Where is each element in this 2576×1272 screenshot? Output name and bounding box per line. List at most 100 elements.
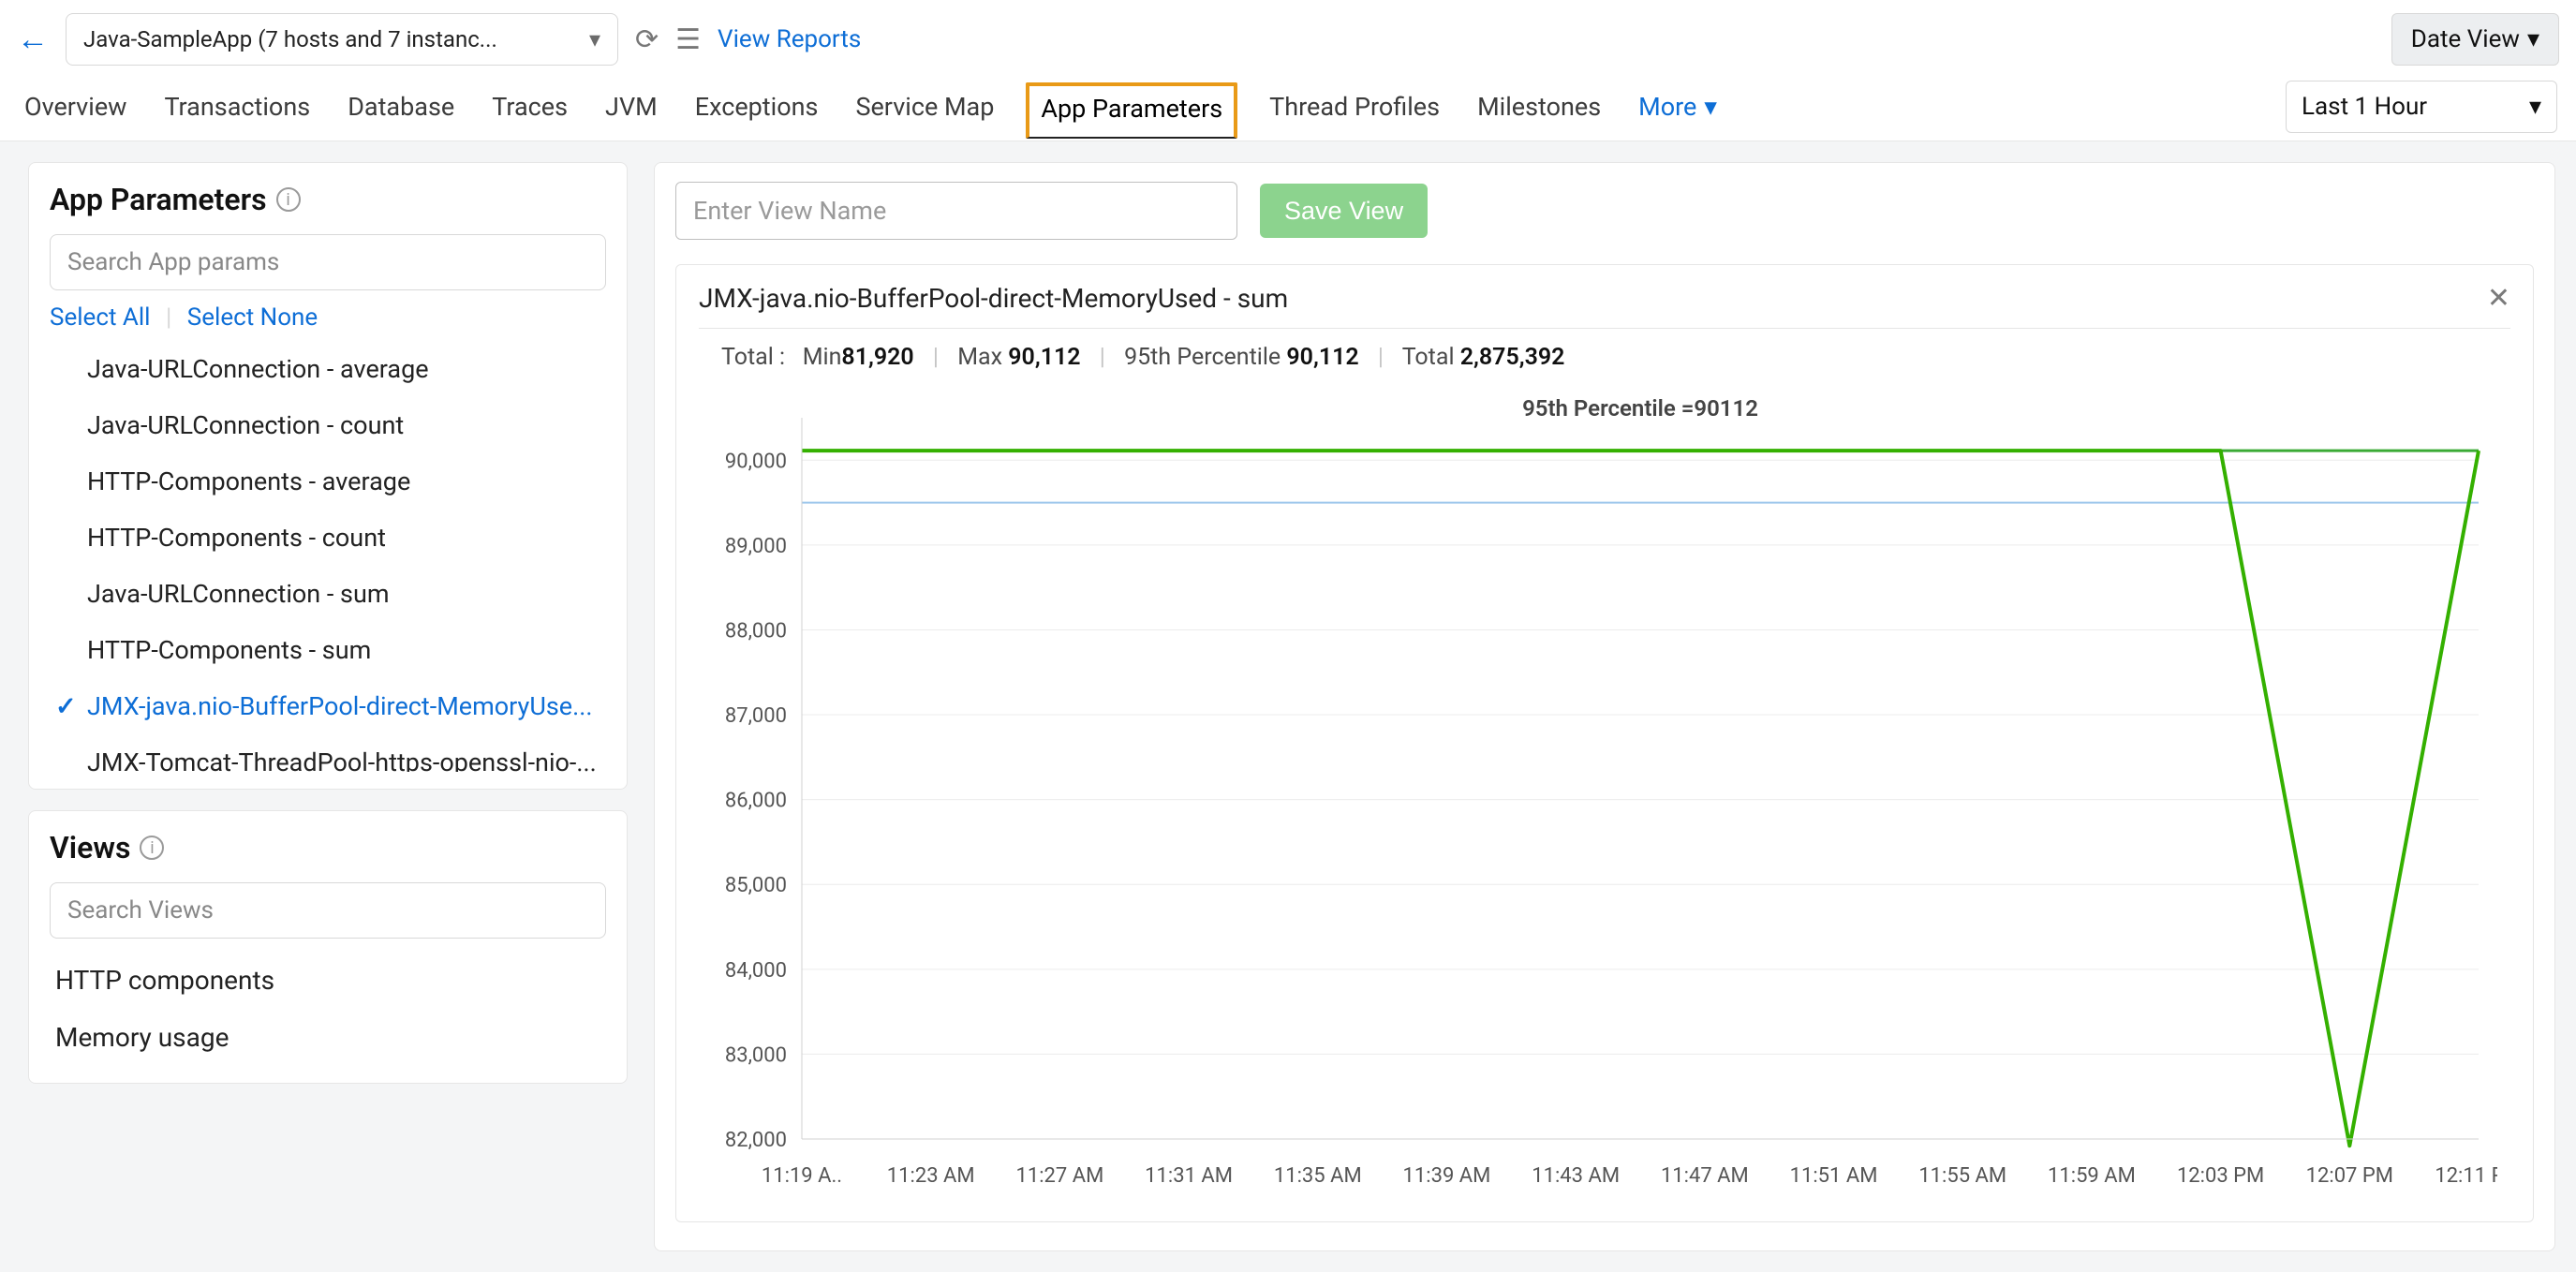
svg-text:88,000: 88,000	[725, 619, 787, 643]
main-area: Enter View Name Save View JMX-java.nio-B…	[654, 162, 2555, 1251]
svg-text:90,000: 90,000	[725, 450, 787, 473]
search-placeholder: Search App params	[67, 248, 279, 276]
param-item[interactable]: Java-URLConnection - count	[29, 397, 627, 453]
svg-text:89,000: 89,000	[725, 535, 787, 558]
view-reports-link[interactable]: View Reports	[718, 25, 861, 53]
stat-total-label: Total	[1402, 344, 1455, 371]
svg-text:86,000: 86,000	[725, 790, 787, 813]
svg-text:11:43 AM: 11:43 AM	[1532, 1164, 1620, 1188]
svg-text:11:27 AM: 11:27 AM	[1015, 1164, 1103, 1188]
svg-text:11:47 AM: 11:47 AM	[1661, 1164, 1749, 1188]
param-item[interactable]: Java-URLConnection - sum	[29, 566, 627, 622]
stat-pct-label: 95th Percentile	[1124, 344, 1281, 371]
tab-traces[interactable]: Traces	[486, 81, 573, 141]
chart-card: JMX-java.nio-BufferPool-direct-MemoryUse…	[675, 264, 2534, 1222]
view-name-input[interactable]: Enter View Name	[675, 182, 1237, 240]
svg-text:95th Percentile =90112: 95th Percentile =90112	[1522, 395, 1758, 422]
svg-text:83,000: 83,000	[725, 1043, 787, 1067]
tab-jvm[interactable]: JVM	[600, 81, 663, 141]
views-list: HTTP componentsMemory usage	[29, 952, 627, 1066]
svg-text:11:39 AM: 11:39 AM	[1403, 1164, 1491, 1188]
search-views-input[interactable]: Search Views	[50, 882, 606, 939]
chart-svg: 90,000 89,000 88,000 87,000 86,000 85,000 84,0…	[699, 390, 2497, 1205]
date-view-label: Date View	[2411, 25, 2520, 53]
stat-max-label: Max	[957, 344, 1002, 371]
tab-service-map[interactable]: Service Map	[850, 81, 999, 141]
chevron-down-icon: ▾	[1704, 92, 1717, 122]
time-range-label: Last 1 Hour	[2302, 93, 2427, 121]
param-item[interactable]: JMX-java.nio-BufferPool-direct-MemoryUse…	[29, 678, 627, 734]
svg-text:87,000: 87,000	[725, 704, 787, 728]
svg-text:12:03 PM: 12:03 PM	[2177, 1164, 2264, 1188]
app-parameters-title: App Parameters	[50, 182, 267, 217]
svg-text:84,000: 84,000	[725, 959, 787, 983]
tab-exceptions[interactable]: Exceptions	[689, 81, 824, 141]
tab-milestones[interactable]: Milestones	[1472, 81, 1606, 141]
chart-header: JMX-java.nio-BufferPool-direct-MemoryUse…	[699, 282, 2510, 329]
sidebar: App Parameters i Search App params Selec…	[28, 162, 628, 1084]
chevron-down-icon: ▾	[2529, 93, 2541, 121]
views-title: Views	[50, 830, 130, 865]
more-label: More	[1638, 92, 1696, 122]
list-icon[interactable]: ☰	[675, 23, 701, 56]
svg-text:12:07 PM: 12:07 PM	[2306, 1164, 2393, 1188]
views-panel: Views i Search Views HTTP componentsMemo…	[28, 810, 628, 1084]
search-app-params-input[interactable]: Search App params	[50, 234, 606, 290]
select-all-none-row: Select All | Select None	[29, 303, 627, 341]
panel-title-row: Views i	[29, 830, 627, 873]
svg-text:11:59 AM: 11:59 AM	[2048, 1164, 2136, 1188]
info-icon[interactable]: i	[140, 836, 164, 860]
tab-more[interactable]: More ▾	[1633, 81, 1723, 141]
view-item[interactable]: Memory usage	[29, 1009, 627, 1066]
stat-min-label: Min	[803, 344, 842, 371]
select-all-link[interactable]: Select All	[50, 303, 151, 332]
time-range-dropdown[interactable]: Last 1 Hour ▾	[2286, 81, 2557, 133]
svg-text:11:51 AM: 11:51 AM	[1790, 1164, 1878, 1188]
chart-plot-area: 90,000 89,000 88,000 87,000 86,000 85,000 84,0…	[699, 390, 2510, 1205]
tab-thread-profiles[interactable]: Thread Profiles	[1264, 81, 1445, 141]
svg-text:11:31 AM: 11:31 AM	[1145, 1164, 1233, 1188]
tab-strip: Overview Transactions Database Traces JVM Exc…	[0, 71, 2576, 141]
param-item[interactable]: HTTP-Components - average	[29, 453, 627, 510]
view-save-row: Enter View Name Save View	[675, 182, 2534, 240]
svg-text:11:55 AM: 11:55 AM	[1918, 1164, 2006, 1188]
view-name-placeholder: Enter View Name	[693, 196, 886, 226]
stat-min-value: 81,920	[841, 344, 913, 371]
app-parameters-panel: App Parameters i Search App params Selec…	[28, 162, 628, 790]
svg-text:11:23 AM: 11:23 AM	[887, 1164, 975, 1188]
stats-prefix: Total :	[721, 344, 785, 371]
param-item[interactable]: HTTP-Components - sum	[29, 622, 627, 678]
stat-max-value: 90,112	[1008, 344, 1080, 371]
svg-text:82,000: 82,000	[725, 1129, 787, 1152]
select-none-link[interactable]: Select None	[187, 303, 318, 332]
refresh-icon[interactable]: ⟳	[635, 23, 659, 56]
svg-text:85,000: 85,000	[725, 874, 787, 897]
close-icon[interactable]: ✕	[2487, 282, 2510, 315]
info-icon[interactable]: i	[276, 187, 301, 212]
search-placeholder: Search Views	[67, 896, 214, 924]
page-body: App Parameters i Search App params Selec…	[0, 141, 2576, 1272]
top-bar: ← Java-SampleApp (7 hosts and 7 instanc.…	[0, 0, 2576, 71]
tab-app-parameters[interactable]: App Parameters	[1026, 82, 1237, 139]
svg-text:12:11 PM: 12:11 PM	[2435, 1164, 2497, 1188]
stat-total-value: 2,875,392	[1460, 344, 1565, 371]
svg-text:11:19 A..: 11:19 A..	[762, 1164, 842, 1188]
chevron-down-icon: ▾	[589, 26, 600, 52]
param-item[interactable]: Java-URLConnection - average	[29, 341, 627, 397]
stat-pct-value: 90,112	[1286, 344, 1358, 371]
app-selector-dropdown[interactable]: Java-SampleApp (7 hosts and 7 instanc...…	[66, 13, 618, 66]
svg-text:11:35 AM: 11:35 AM	[1274, 1164, 1362, 1188]
view-item[interactable]: HTTP components	[29, 952, 627, 1009]
tab-database[interactable]: Database	[342, 81, 460, 141]
parameter-list[interactable]: Java-URLConnection - averageJava-URLConn…	[29, 341, 627, 772]
param-item[interactable]: HTTP-Components - count	[29, 510, 627, 566]
save-view-button[interactable]: Save View	[1260, 184, 1428, 238]
tab-transactions[interactable]: Transactions	[158, 81, 316, 141]
date-view-button[interactable]: Date View ▾	[2391, 13, 2559, 66]
tab-overview[interactable]: Overview	[19, 81, 132, 141]
chart-stats: Total : Min81,920 | Max 90,112 | 95th Pe…	[699, 329, 2510, 378]
param-item[interactable]: JMX-Tomcat-ThreadPool-https-openssl-nio-…	[29, 734, 627, 772]
back-icon[interactable]: ←	[17, 23, 49, 55]
chevron-down-icon: ▾	[2527, 25, 2539, 53]
divider: |	[166, 303, 171, 332]
